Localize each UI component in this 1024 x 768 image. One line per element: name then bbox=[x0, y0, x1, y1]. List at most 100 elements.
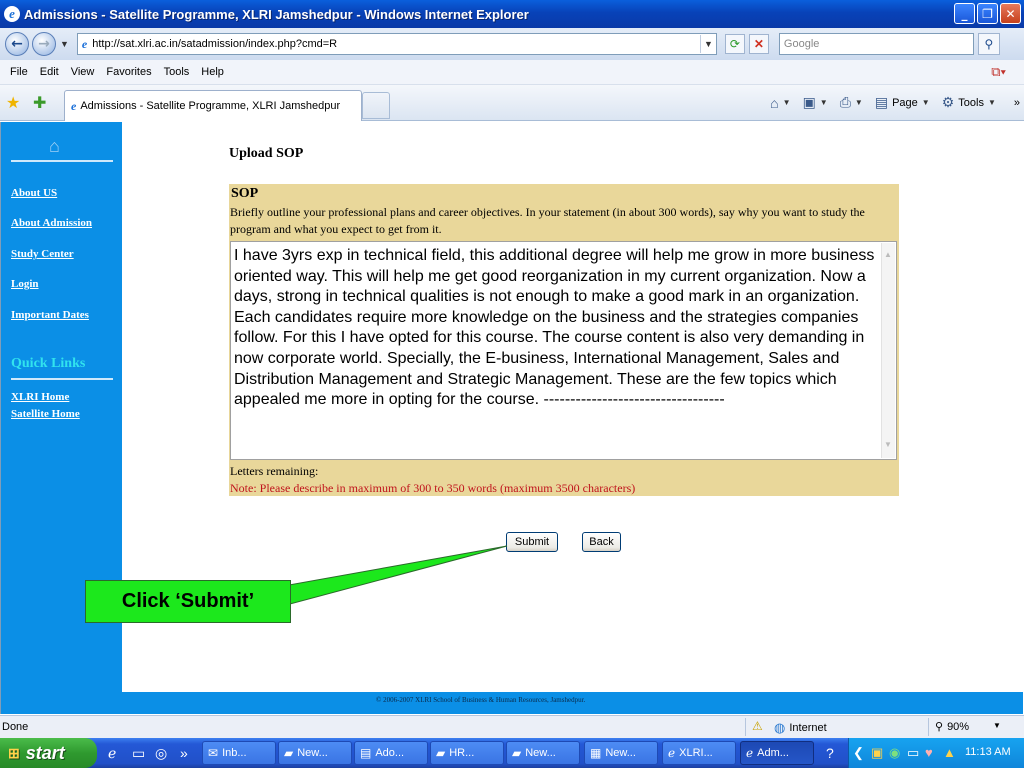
quicklaunch-ie-icon[interactable]: ℯ bbox=[108, 745, 116, 762]
home-icon[interactable]: ⌂ bbox=[770, 95, 778, 111]
tray-monitor-icon[interactable]: ▭ bbox=[907, 745, 919, 761]
security-zone[interactable]: ◍ Internet bbox=[774, 720, 827, 736]
refresh-button[interactable]: ⟳ bbox=[724, 34, 745, 54]
sop-text-content: I have 3yrs exp in technical field, this… bbox=[234, 247, 875, 409]
sop-instructions: Briefly outline your professional plans … bbox=[230, 205, 865, 236]
address-url[interactable]: http://sat.xlri.ac.in/satadmission/index… bbox=[92, 38, 700, 50]
address-dropdown-icon[interactable]: ▼ bbox=[699, 35, 716, 53]
taskbar-item-adobe[interactable]: ▤ Ado... bbox=[354, 741, 428, 765]
tab-label: Admissions - Satellite Programme, XLRI J… bbox=[80, 100, 341, 112]
page-title: Upload SOP bbox=[229, 146, 304, 161]
feeds-dropdown-icon[interactable]: ▼ bbox=[820, 98, 828, 107]
sidebar-divider bbox=[11, 160, 113, 162]
search-icon[interactable]: ⚲ bbox=[977, 33, 1000, 55]
zoom-dropdown-icon[interactable]: ▼ bbox=[993, 721, 1001, 730]
tab-admissions[interactable]: e Admissions - Satellite Programme, XLRI… bbox=[64, 90, 362, 121]
document-icon: ▦ bbox=[590, 746, 602, 760]
add-favorite-icon[interactable]: ✚ bbox=[33, 93, 46, 113]
chevron-more-icon[interactable]: » bbox=[1014, 97, 1020, 109]
taskbar-item-new-doc[interactable]: ▦ New... bbox=[584, 741, 658, 765]
ie-icon: ℯ bbox=[746, 746, 754, 760]
submit-button[interactable]: Submit bbox=[506, 532, 558, 552]
tools-dropdown-icon[interactable]: ▼ bbox=[988, 98, 996, 107]
zoom-control[interactable]: ⚲ 90% bbox=[935, 720, 969, 734]
menu-favorites[interactable]: Favorites bbox=[100, 66, 157, 78]
menu-help[interactable]: Help bbox=[195, 66, 230, 78]
taskbar-item-xlri[interactable]: ℯ XLRI... bbox=[662, 741, 736, 765]
menu-view[interactable]: View bbox=[65, 66, 101, 78]
minimize-button[interactable]: _ bbox=[954, 3, 975, 24]
tools-menu-label[interactable]: Tools bbox=[958, 97, 984, 109]
menu-edit[interactable]: Edit bbox=[34, 66, 65, 78]
sidebar-link-study-center[interactable]: Study Center bbox=[11, 248, 74, 260]
print-icon[interactable]: ⎙ bbox=[840, 94, 851, 111]
close-button[interactable]: ✕ bbox=[1000, 3, 1021, 24]
back-form-button[interactable]: Back bbox=[582, 532, 621, 552]
quicklaunch-desktop-icon[interactable]: ▭ bbox=[132, 745, 145, 762]
sop-form-panel: SOP Briefly outline your professional pl… bbox=[229, 184, 899, 496]
new-tab-button[interactable] bbox=[362, 92, 390, 119]
page-icon: e bbox=[81, 36, 88, 51]
quicklaunch-browser-icon[interactable]: ◎ bbox=[155, 745, 167, 762]
tab-bar: ★ ✚ e Admissions - Satellite Programme, … bbox=[0, 85, 1024, 121]
sop-textarea[interactable]: I have 3yrs exp in technical field, this… bbox=[230, 241, 897, 460]
sidebar-link-login[interactable]: Login bbox=[11, 278, 39, 290]
sop-scrollbar[interactable]: ▲ ▼ bbox=[881, 243, 895, 458]
title-bar: e Admissions - Satellite Programme, XLRI… bbox=[0, 0, 1024, 28]
scroll-up-icon[interactable]: ▲ bbox=[884, 245, 892, 266]
translate-icon[interactable]: ⧉▾ bbox=[991, 64, 1006, 80]
start-button[interactable]: ⊞ start bbox=[0, 738, 97, 768]
sop-length-note: Note: Please describe in maximum of 300 … bbox=[230, 481, 636, 495]
tab-page-icon: e bbox=[71, 98, 77, 113]
status-separator bbox=[745, 718, 746, 736]
favorites-star-icon[interactable]: ★ bbox=[6, 93, 20, 113]
taskbar-item-hr[interactable]: ▰ HR... bbox=[430, 741, 504, 765]
page-menu-icon: ▤ bbox=[874, 94, 889, 110]
taskbar-item-label: New... bbox=[297, 747, 328, 759]
taskbar-clock: 11:13 AM bbox=[965, 746, 1011, 758]
ie-icon: ℯ bbox=[668, 746, 676, 760]
menu-file[interactable]: File bbox=[4, 66, 34, 78]
outlook-icon: ✉ bbox=[208, 746, 219, 760]
search-input[interactable]: Google bbox=[778, 33, 974, 55]
print-dropdown-icon[interactable]: ▼ bbox=[855, 98, 863, 107]
quick-link-xlri-home[interactable]: XLRI Home bbox=[11, 391, 69, 403]
address-bar[interactable]: e http://sat.xlri.ac.in/satadmission/ind… bbox=[76, 33, 717, 55]
quicklaunch-more-icon[interactable]: » bbox=[180, 745, 188, 761]
tray-security-icon[interactable]: ♥ bbox=[925, 745, 933, 760]
help-icon[interactable]: ? bbox=[826, 745, 834, 761]
sidebar-link-about-admission[interactable]: About Admission bbox=[11, 217, 92, 229]
recent-pages-dropdown[interactable]: ▼ bbox=[60, 39, 69, 49]
tray-alert-icon[interactable]: ▲ bbox=[943, 745, 956, 760]
scroll-down-icon[interactable]: ▼ bbox=[884, 435, 892, 456]
sidebar-link-important-dates[interactable]: Important Dates bbox=[11, 309, 89, 321]
taskbar-item-inbox[interactable]: ✉ Inb... bbox=[202, 741, 276, 765]
sidebar-link-about-us[interactable]: About US bbox=[11, 187, 57, 199]
stop-button[interactable]: ✕ bbox=[748, 34, 769, 54]
protected-mode-icon[interactable]: ⚠ bbox=[752, 719, 763, 733]
status-text: Done bbox=[2, 721, 29, 733]
quick-link-satellite-home[interactable]: Satellite Home bbox=[11, 408, 80, 420]
quick-links-heading: Quick Links bbox=[11, 356, 86, 371]
taskbar-item-label: New... bbox=[605, 747, 636, 759]
menu-tools[interactable]: Tools bbox=[158, 66, 196, 78]
home-dropdown-icon[interactable]: ▼ bbox=[783, 98, 791, 107]
taskbar-item-new-folder-2[interactable]: ▰ New... bbox=[506, 741, 580, 765]
taskbar-item-label: HR... bbox=[449, 747, 475, 759]
tray-app-icon[interactable]: ▣ bbox=[871, 745, 883, 761]
page-dropdown-icon[interactable]: ▼ bbox=[922, 98, 930, 107]
tray-expand-icon[interactable]: ❮ bbox=[853, 745, 864, 761]
restore-button[interactable]: ❐ bbox=[977, 3, 998, 24]
taskbar-item-label: New... bbox=[525, 747, 556, 759]
forward-button[interactable]: → bbox=[32, 32, 56, 56]
taskbar-item-new-folder[interactable]: ▰ New... bbox=[278, 741, 352, 765]
taskbar-item-admissions[interactable]: ℯ Adm... bbox=[740, 741, 814, 765]
feeds-icon[interactable]: ▣ bbox=[803, 94, 816, 111]
back-button[interactable]: ← bbox=[5, 32, 29, 56]
tray-network-icon[interactable]: ◉ bbox=[889, 745, 900, 761]
home-icon[interactable]: ⌂ bbox=[49, 136, 60, 157]
quick-links-divider bbox=[11, 378, 113, 380]
page-menu-label[interactable]: Page bbox=[892, 97, 918, 109]
taskbar-item-label: Ado... bbox=[375, 747, 405, 759]
menu-bar: File Edit View Favorites Tools Help ⧉▾ bbox=[0, 60, 1024, 85]
